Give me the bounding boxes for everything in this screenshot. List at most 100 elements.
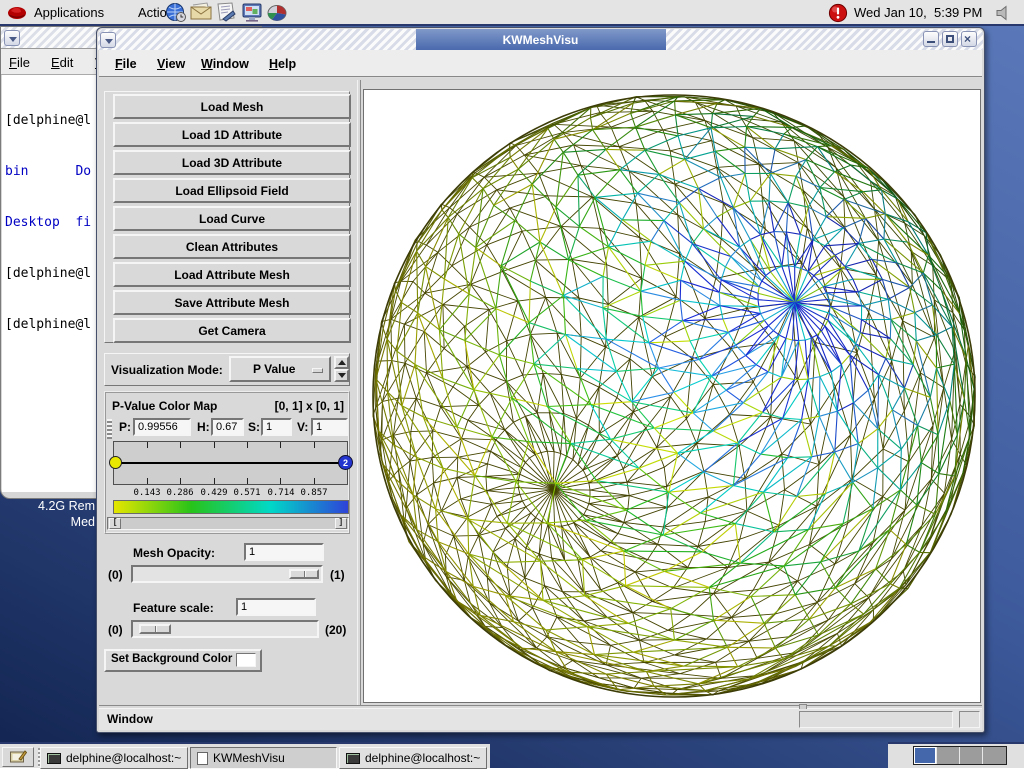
terminal-window-menu-button[interactable]	[4, 30, 20, 46]
minimize-icon	[927, 41, 935, 43]
set-background-color-button[interactable]: Set Background Color	[104, 649, 262, 672]
cmap-tick: 0.857	[297, 488, 331, 498]
clean-attributes-button[interactable]: Clean Attributes	[113, 234, 351, 259]
range-slider-left-handle[interactable]: [	[109, 518, 121, 529]
taskbar-kwmeshvisu[interactable]: KWMeshVisu	[190, 747, 337, 769]
opacity-min-label: (0)	[108, 568, 123, 582]
cmap-tick: 0.143	[130, 488, 164, 498]
kw-window-menu-button[interactable]	[100, 32, 116, 48]
window-title: KWMeshVisu	[503, 33, 579, 47]
load-1d-attribute-button[interactable]: Load 1D Attribute	[113, 122, 351, 147]
minimize-button[interactable]	[923, 31, 939, 47]
mesh-opacity-slider-thumb[interactable]	[289, 569, 319, 579]
workspace-4[interactable]	[983, 747, 1006, 764]
pvalue-colormap-frame: P-Value Color Map [0, 1] x [0, 1] P: 0.9…	[104, 391, 350, 534]
kw-menu-file[interactable]: File	[115, 57, 137, 71]
kw-menu-window[interactable]: Window	[201, 57, 249, 71]
load-mesh-button[interactable]: Load Mesh	[113, 94, 351, 119]
range-slider-right-handle[interactable]: ]	[335, 518, 347, 529]
colormap-node-end[interactable]: 2	[338, 455, 353, 470]
load-buttons-frame: Load Mesh Load 1D Attribute Load 3D Attr…	[104, 91, 350, 343]
terminal-menu-edit[interactable]: Edit	[51, 55, 73, 70]
kwmeshvisu-window: KWMeshVisu × File View Window Help Load …	[96, 27, 985, 733]
colormap-title: P-Value Color Map	[112, 399, 217, 413]
show-desktop-button[interactable]	[2, 747, 34, 767]
s-value-field[interactable]: 1	[261, 418, 292, 436]
chevron-down-icon	[9, 37, 17, 42]
colormap-range-label: [0, 1] x [0, 1]	[275, 399, 344, 413]
taskbar-terminal-2[interactable]: delphine@localhost:~	[339, 747, 487, 769]
desktop-icon-label-line2: Med	[0, 514, 95, 530]
load-3d-attribute-button[interactable]: Load 3D Attribute	[113, 150, 351, 175]
save-attribute-mesh-button[interactable]: Save Attribute Mesh	[113, 290, 351, 315]
close-button[interactable]: ×	[961, 31, 977, 47]
h-label: H:	[197, 420, 210, 434]
load-attribute-mesh-button[interactable]: Load Attribute Mesh	[113, 262, 351, 287]
get-camera-button[interactable]: Get Camera	[113, 318, 351, 343]
redhat-icon	[6, 4, 28, 21]
applications-menu[interactable]: Applications	[34, 5, 104, 20]
kw-menu-view[interactable]: View	[157, 57, 185, 71]
colormap-range-slider[interactable]: [ ]	[107, 517, 349, 530]
mesh-opacity-slider[interactable]	[131, 565, 323, 583]
colormap-grip-handle[interactable]	[107, 419, 112, 439]
email-launcher-icon[interactable]	[190, 2, 212, 23]
cmap-tick: 0.429	[197, 488, 231, 498]
document-icon	[197, 752, 208, 765]
feature-scale-slider[interactable]	[131, 620, 319, 638]
v-value-field[interactable]: 1	[311, 418, 348, 436]
spinner-down-button[interactable]	[334, 369, 349, 382]
feature-scale-slider-thumb[interactable]	[139, 624, 171, 634]
visualization-mode-dropdown[interactable]: P Value	[229, 356, 331, 382]
visualization-mode-frame: Visualization Mode: P Value	[104, 353, 350, 386]
writer-launcher-icon[interactable]	[215, 2, 237, 23]
feature-min-label: (0)	[108, 623, 123, 637]
mesh-sphere-canvas[interactable]	[364, 90, 980, 702]
p-label: P:	[119, 420, 131, 434]
panel-viewport-sash[interactable]	[357, 80, 361, 705]
alert-notification-icon[interactable]	[828, 3, 848, 23]
colormap-gradient-bar	[113, 500, 349, 514]
status-text: Window	[107, 712, 153, 726]
cmap-tick: 0.714	[264, 488, 298, 498]
workspace-switcher	[913, 746, 1007, 765]
gnome-top-panel: Applications Actions Wed Jan 10, 5:39 PM	[0, 0, 1024, 26]
load-curve-button[interactable]: Load Curve	[113, 206, 351, 231]
taskbar-terminal-1[interactable]: delphine@localhost:~	[40, 747, 188, 769]
display-launcher-icon[interactable]	[241, 2, 263, 23]
progress-cell	[959, 711, 980, 728]
workspace-3[interactable]	[960, 747, 983, 764]
feature-scale-label: Feature scale:	[133, 601, 214, 615]
spinner-up-button[interactable]	[334, 356, 349, 369]
kw-menu-help[interactable]: Help	[269, 57, 296, 71]
workspace-2[interactable]	[937, 747, 960, 764]
kwmeshvisu-titlebar[interactable]: KWMeshVisu	[98, 29, 983, 50]
close-icon: ×	[964, 32, 971, 46]
show-desktop-icon	[10, 750, 27, 764]
colormap-node-start[interactable]	[109, 456, 122, 469]
feature-max-label: (20)	[325, 623, 346, 637]
colormap-function-editor[interactable]: 2	[113, 441, 348, 485]
terminal-icon	[346, 753, 360, 764]
p-value-field[interactable]: 0.99556	[133, 418, 191, 436]
h-value-field[interactable]: 0.67	[211, 418, 244, 436]
mesh-opacity-field[interactable]: 1	[244, 543, 324, 561]
removable-media-desktop-icon[interactable]: 4.2G Rem Med	[0, 498, 95, 530]
progress-gauge	[799, 711, 953, 728]
visualization-mode-label: Visualization Mode:	[111, 363, 223, 377]
terminal-menu-file[interactable]: File	[9, 55, 30, 70]
volume-icon[interactable]	[995, 5, 1013, 21]
maximize-button[interactable]	[942, 31, 958, 47]
transfer-function-line	[116, 462, 345, 464]
web-browser-launcher-icon[interactable]	[165, 2, 187, 23]
clock[interactable]: Wed Jan 10, 5:39 PM	[854, 5, 982, 20]
charts-launcher-icon[interactable]	[266, 2, 288, 23]
feature-scale-field[interactable]: 1	[236, 598, 316, 616]
chevron-down-icon	[105, 39, 113, 44]
workspace-1[interactable]	[914, 747, 937, 764]
mesh-opacity-label: Mesh Opacity:	[133, 546, 215, 560]
maximize-icon	[946, 35, 954, 43]
load-ellipsoid-field-button[interactable]: Load Ellipsoid Field	[113, 178, 351, 203]
render-viewport[interactable]	[363, 89, 981, 703]
kw-main-area: Load Mesh Load 1D Attribute Load 3D Attr…	[99, 78, 982, 707]
